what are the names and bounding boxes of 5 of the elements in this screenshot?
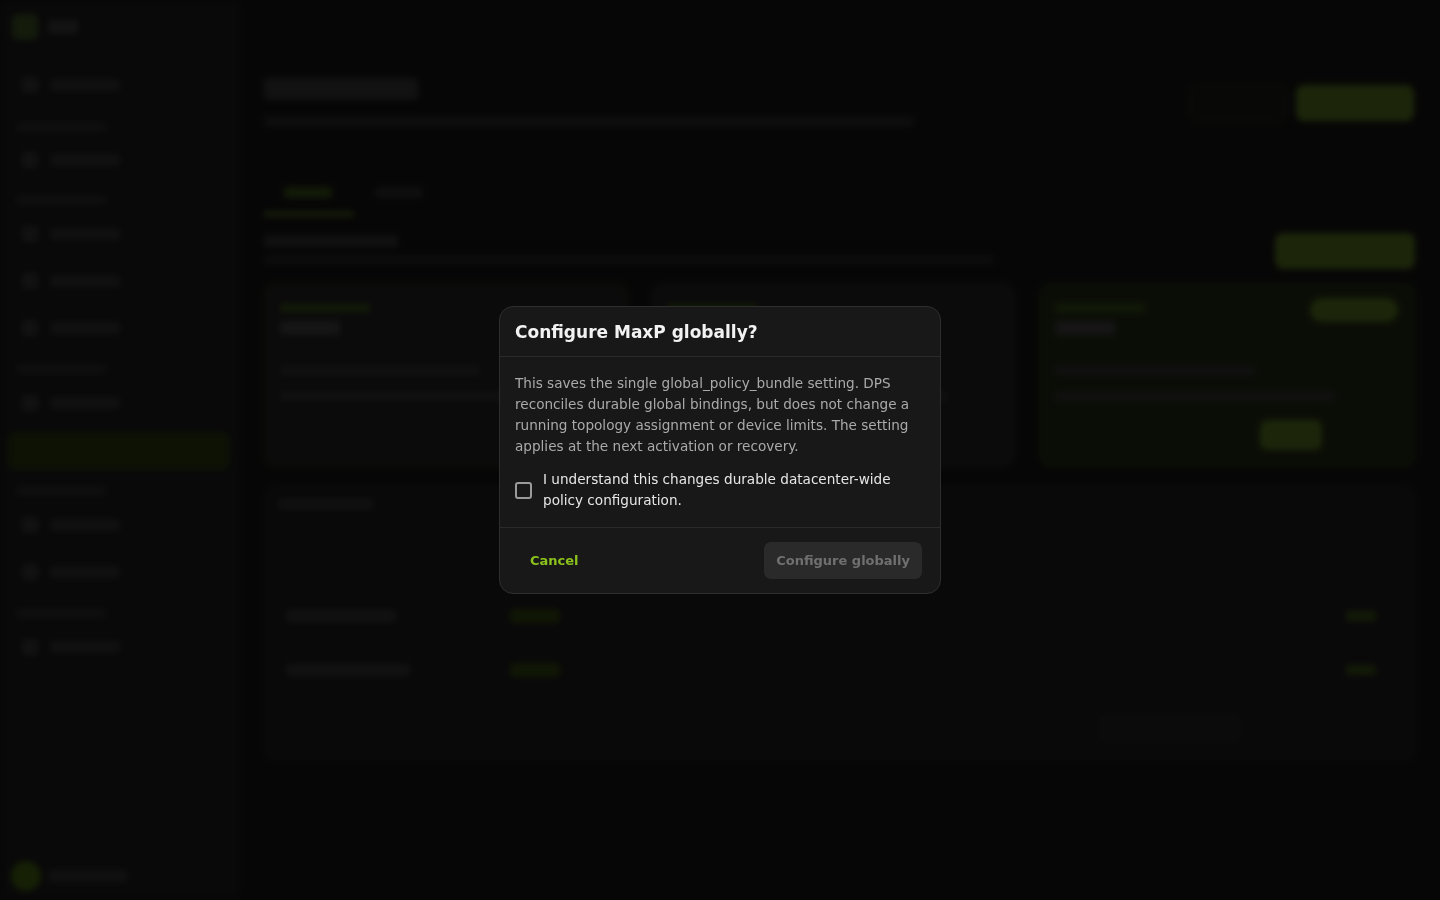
dialog-title: Configure MaxP globally?	[500, 307, 940, 357]
dialog-message: This saves the single global_policy_bundle setting. DPS reconciles durable global bindings, but does not change a running topology assignment or device limits. The setting applies at the next activation or recovery.	[515, 374, 911, 456]
cancel-button[interactable]: Cancel	[518, 542, 591, 579]
checkbox[interactable]	[515, 481, 532, 499]
checkbox-label[interactable]: I understand this changes durable datacenter-wide policy configuration.	[543, 469, 925, 511]
